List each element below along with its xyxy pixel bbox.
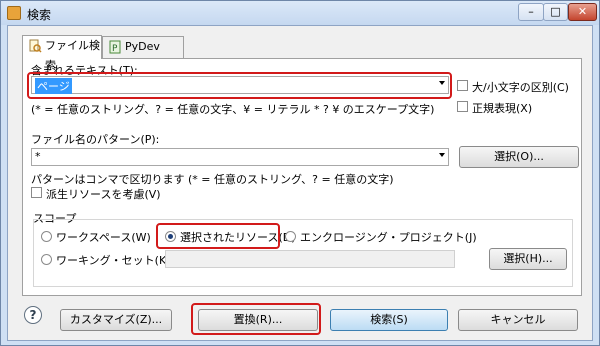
scope-working-set-label: ワーキング・セット(K): — [56, 254, 175, 267]
chevron-down-icon[interactable] — [439, 153, 445, 157]
scope-workspace-label: ワークスペース(W) — [56, 231, 151, 244]
text-search-hint: (* = 任意のストリング、? = 任意の文字、¥ = リテラル * ? ¥ の… — [31, 103, 435, 116]
choose-file-pattern-button[interactable]: 選択(O)... — [459, 146, 579, 168]
choose-working-set-button[interactable]: 選択(H)... — [489, 248, 567, 270]
highlight-replace — [191, 303, 321, 335]
file-pattern-label: ファイル名のパターン(P): — [31, 133, 160, 146]
app-icon — [7, 6, 21, 20]
case-sensitive-label: 大/小文字の区別(C) — [472, 81, 569, 94]
dialog-body: ファイル検索 P PyDev Search 含まれるテキスト(T): ページ 大… — [7, 25, 593, 341]
highlight-text-search — [27, 72, 452, 99]
close-button[interactable]: ✕ — [568, 3, 597, 21]
scope-enclosing-label: エンクロージング・プロジェクト(J) — [300, 231, 477, 244]
minimize-button[interactable]: – — [518, 3, 544, 21]
cancel-button[interactable]: キャンセル — [458, 309, 578, 331]
regex-checkbox[interactable] — [457, 101, 468, 112]
search-button[interactable]: 検索(S) — [330, 309, 448, 331]
scope-enclosing-radio[interactable] — [285, 231, 296, 242]
tab-file-search[interactable]: ファイル検索 — [22, 35, 102, 72]
search-dialog: 検索 – □ ✕ ファイル検索 P PyDev Search 含まれるテキスト(… — [0, 0, 600, 346]
file-pattern-combo[interactable]: * — [31, 148, 449, 166]
scope-workspace-radio[interactable] — [41, 231, 52, 242]
file-search-icon — [29, 39, 42, 53]
customize-button[interactable]: カスタマイズ(Z)... — [60, 309, 172, 331]
highlight-selected-resources — [156, 223, 280, 249]
file-pattern-hint: パターンはコンマで区切ります (* = 任意のストリング、? = 任意の文字) — [31, 173, 394, 186]
file-pattern-value: * — [35, 150, 41, 163]
regex-label: 正規表現(X) — [472, 102, 533, 115]
maximize-button[interactable]: □ — [543, 3, 568, 21]
tab-pydev-search[interactable]: P PyDev Search — [102, 36, 184, 73]
title-bar[interactable]: 検索 – □ ✕ — [1, 1, 599, 25]
derived-resources-checkbox[interactable] — [31, 187, 42, 198]
case-sensitive-checkbox[interactable] — [457, 80, 468, 91]
working-set-field[interactable] — [165, 250, 455, 268]
help-button[interactable]: ? — [24, 306, 42, 324]
file-search-panel: 含まれるテキスト(T): ページ 大/小文字の区別(C) 正規表現(X) (* … — [22, 58, 582, 296]
window-title: 検索 — [27, 8, 52, 22]
scope-working-set-radio[interactable] — [41, 254, 52, 265]
svg-text:P: P — [112, 44, 118, 54]
pydev-icon: P — [109, 40, 121, 54]
derived-resources-label: 派生リソースを考慮(V) — [46, 188, 161, 201]
